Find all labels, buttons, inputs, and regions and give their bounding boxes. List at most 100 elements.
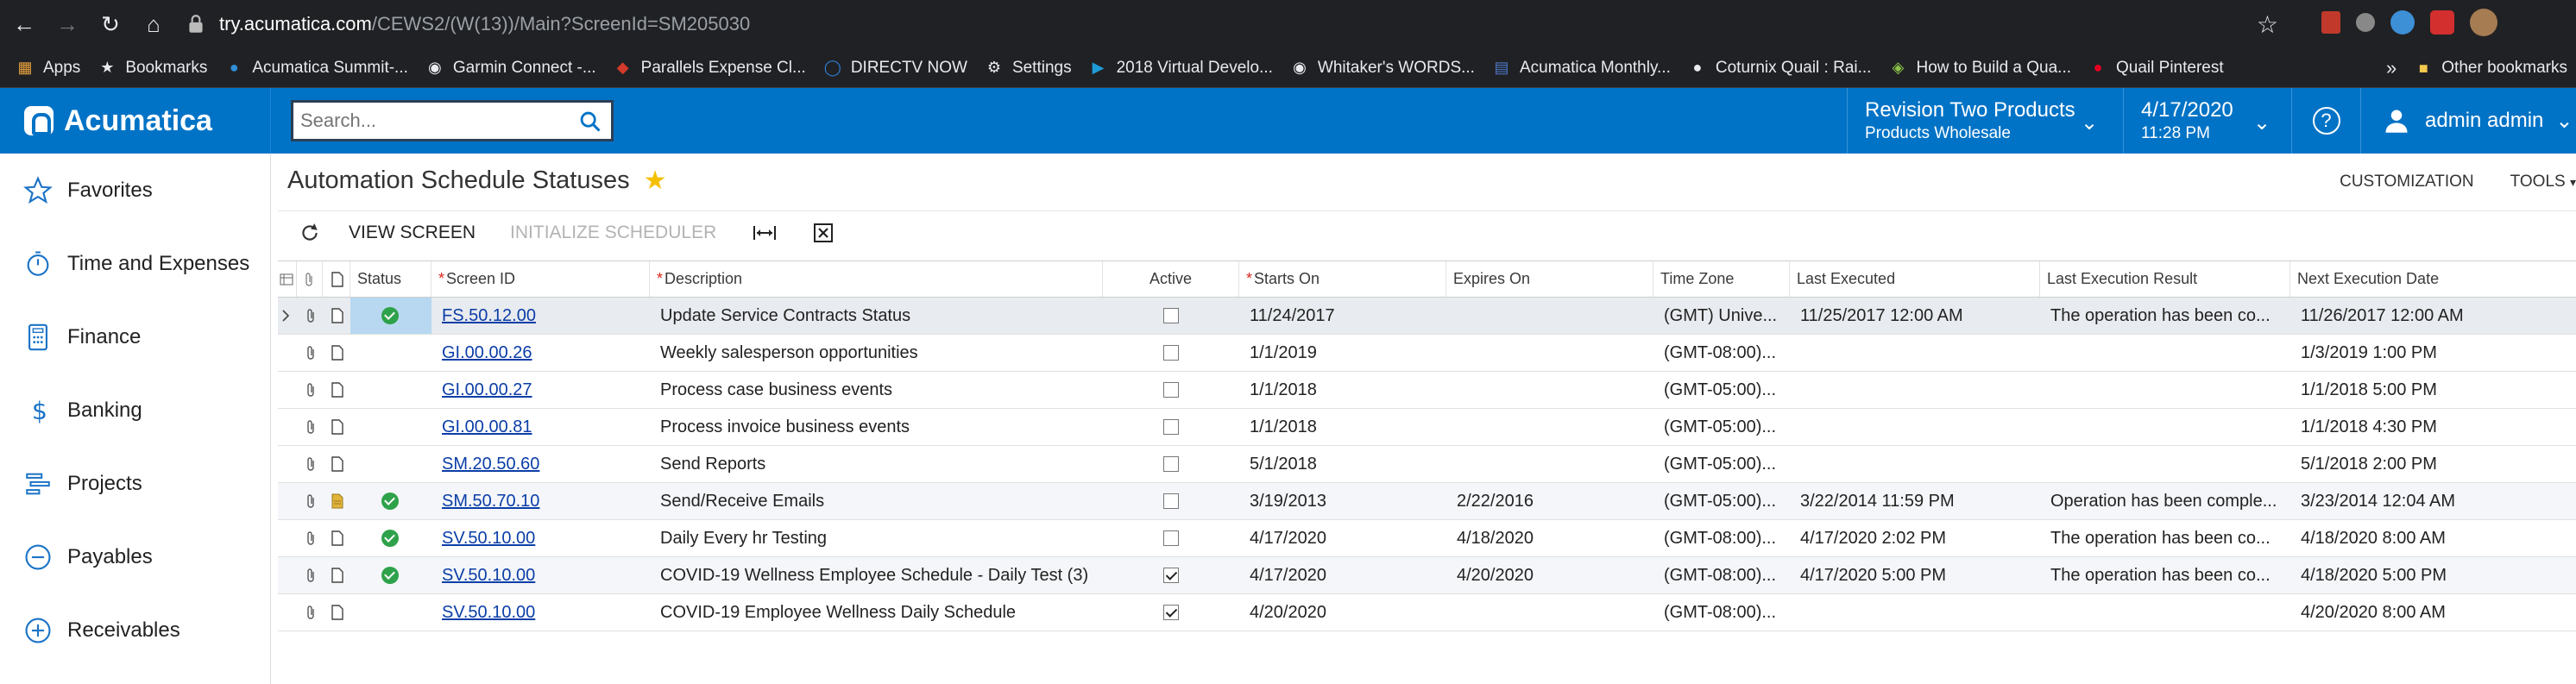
table-row[interactable]: SM.20.50.60 Send Reports 5/1/2018 (GMT-05:0… [278, 446, 2576, 483]
table-row[interactable]: FS.50.12.00 Update Service Contracts Stat… [278, 298, 2576, 335]
bookmark-item[interactable]: ★ Bookmarks [89, 48, 216, 88]
sidebar-item-receivables[interactable]: Receivables [0, 593, 270, 667]
view-screen-button[interactable]: VIEW SCREEN [349, 223, 476, 243]
attachment-icon[interactable] [297, 594, 323, 631]
bookmark-item[interactable]: ▦ Apps [0, 48, 89, 88]
table-row[interactable]: GI.00.00.26 Weekly salesperson opportunit… [278, 335, 2576, 372]
active-checkbox[interactable] [1163, 605, 1179, 620]
note-icon[interactable] [323, 298, 350, 334]
active-checkbox[interactable] [1163, 308, 1179, 323]
active-checkbox[interactable] [1163, 382, 1179, 398]
active-checkbox[interactable] [1163, 530, 1179, 546]
bookmark-item[interactable]: ● Acumatica Summit-... [216, 48, 417, 88]
attachment-icon[interactable] [297, 372, 323, 408]
cell-screen-id[interactable]: GI.00.00.27 [431, 372, 650, 408]
tools-menu[interactable]: TOOLS ▾ [2510, 173, 2576, 191]
extension-icon[interactable] [2430, 10, 2454, 35]
bookmark-item[interactable]: ⚙ Settings [976, 48, 1080, 88]
branch-selector[interactable]: Revision Two Products Products Wholesale… [1847, 88, 2123, 154]
column-expires-on[interactable]: Expires On [1446, 261, 1653, 297]
search-input[interactable] [293, 109, 561, 133]
active-checkbox[interactable] [1163, 419, 1179, 435]
cell-screen-id[interactable]: SV.50.10.00 [431, 520, 650, 556]
bookmark-item[interactable]: ◯ DIRECTV NOW [815, 48, 976, 88]
note-icon[interactable] [323, 372, 350, 408]
search-box[interactable] [291, 100, 614, 141]
bookmark-item[interactable]: ▤ Acumatica Monthly... [1483, 48, 1679, 88]
row-expand-icon[interactable] [278, 372, 297, 408]
row-expand-icon[interactable] [278, 409, 297, 445]
customization-menu[interactable]: CUSTOMIZATION [2340, 173, 2474, 191]
sidebar-item-payables[interactable]: Payables [0, 520, 270, 593]
attachment-icon[interactable] [297, 557, 323, 593]
back-icon[interactable]: ← [5, 5, 43, 43]
initialize-scheduler-button[interactable]: INITIALIZE SCHEDULER [510, 223, 716, 243]
bookmark-item[interactable]: ◉ Garmin Connect -... [417, 48, 605, 88]
business-date-selector[interactable]: 4/17/2020 11:28 PM ⌄ [2123, 88, 2291, 154]
table-row[interactable]: GI.00.00.81 Process invoice business even… [278, 409, 2576, 446]
column-active[interactable]: Active [1103, 261, 1239, 297]
column-screen-id[interactable]: * Screen ID [431, 261, 650, 297]
row-expand-icon[interactable] [278, 557, 297, 593]
sidebar-item-time-and-expenses[interactable]: Time and Expenses [0, 227, 270, 300]
cell-screen-id[interactable]: SM.50.70.10 [431, 483, 650, 519]
column-time-zone[interactable]: Time Zone [1653, 261, 1790, 297]
table-row[interactable]: SV.50.10.00 COVID-19 Wellness Employee Sc… [278, 557, 2576, 594]
cell-screen-id[interactable]: FS.50.12.00 [431, 298, 650, 334]
cell-screen-id[interactable]: SV.50.10.00 [431, 557, 650, 593]
cell-screen-id[interactable]: GI.00.00.81 [431, 409, 650, 445]
cell-screen-id[interactable]: SM.20.50.60 [431, 446, 650, 482]
pdf-extension-icon[interactable] [2321, 11, 2340, 34]
row-expand-icon[interactable] [278, 594, 297, 631]
row-expand-icon[interactable] [278, 520, 297, 556]
column-last-executed[interactable]: Last Executed [1790, 261, 2040, 297]
note-icon[interactable] [323, 557, 350, 593]
bookmark-star-icon[interactable]: ☆ [2257, 10, 2278, 39]
fit-columns-icon[interactable] [751, 220, 778, 246]
note-icon[interactable] [323, 335, 350, 371]
note-icon[interactable] [323, 520, 350, 556]
sidebar-item-projects[interactable]: Projects [0, 447, 270, 520]
table-row[interactable]: SV.50.10.00 COVID-19 Employee Wellness Da… [278, 594, 2576, 631]
bookmark-item[interactable]: ● Quail Pinterest [2080, 48, 2233, 88]
row-expand-icon[interactable] [278, 335, 297, 371]
favorite-star-icon[interactable]: ★ [644, 166, 667, 196]
sidebar-item-banking[interactable]: $ Banking [0, 373, 270, 447]
attachment-icon[interactable] [297, 483, 323, 519]
more-bookmarks-button[interactable]: » [2378, 48, 2405, 88]
bookmark-item[interactable]: ◆ Parallels Expense Cl... [605, 48, 815, 88]
active-checkbox[interactable] [1163, 345, 1179, 361]
row-expand-icon[interactable] [278, 483, 297, 519]
table-row[interactable]: GI.00.00.27 Process case business events 1… [278, 372, 2576, 409]
sidebar-item-favorites[interactable]: Favorites [0, 154, 270, 227]
bookmark-item[interactable]: ● Coturnix Quail : Rai... [1679, 48, 1880, 88]
cell-screen-id[interactable]: SV.50.10.00 [431, 594, 650, 631]
note-header-icon[interactable] [323, 261, 350, 297]
refresh-icon[interactable] [299, 222, 321, 244]
search-icon[interactable] [578, 110, 602, 134]
column-starts-on[interactable]: * Starts On [1239, 261, 1446, 297]
profile-avatar[interactable] [2470, 9, 2497, 36]
column-status[interactable]: Status [350, 261, 431, 297]
cell-screen-id[interactable]: GI.00.00.26 [431, 335, 650, 371]
attachment-header-icon[interactable] [297, 261, 323, 297]
table-row[interactable]: SV.50.10.00 Daily Every hr Testing 4/17/20… [278, 520, 2576, 557]
extension-icon[interactable] [2356, 13, 2375, 32]
row-selector-header-icon[interactable] [278, 261, 297, 297]
help-button[interactable]: ? [2291, 88, 2360, 154]
active-checkbox[interactable] [1163, 568, 1179, 583]
attachment-icon[interactable] [297, 520, 323, 556]
sidebar-item-finance[interactable]: Finance [0, 300, 270, 373]
bookmark-item[interactable]: ◈ How to Build a Qua... [1880, 48, 2080, 88]
note-icon[interactable] [323, 446, 350, 482]
bookmark-item[interactable]: ◉ Whitaker's WORDS... [1282, 48, 1483, 88]
active-checkbox[interactable] [1163, 493, 1179, 509]
home-icon[interactable]: ⌂ [135, 5, 173, 43]
attachment-icon[interactable] [297, 409, 323, 445]
attachment-icon[interactable] [297, 335, 323, 371]
extension-icon[interactable] [2390, 10, 2415, 35]
attachment-icon[interactable] [297, 446, 323, 482]
note-filled-icon[interactable] [323, 483, 350, 519]
forward-icon[interactable]: → [48, 5, 86, 43]
note-icon[interactable] [323, 594, 350, 631]
